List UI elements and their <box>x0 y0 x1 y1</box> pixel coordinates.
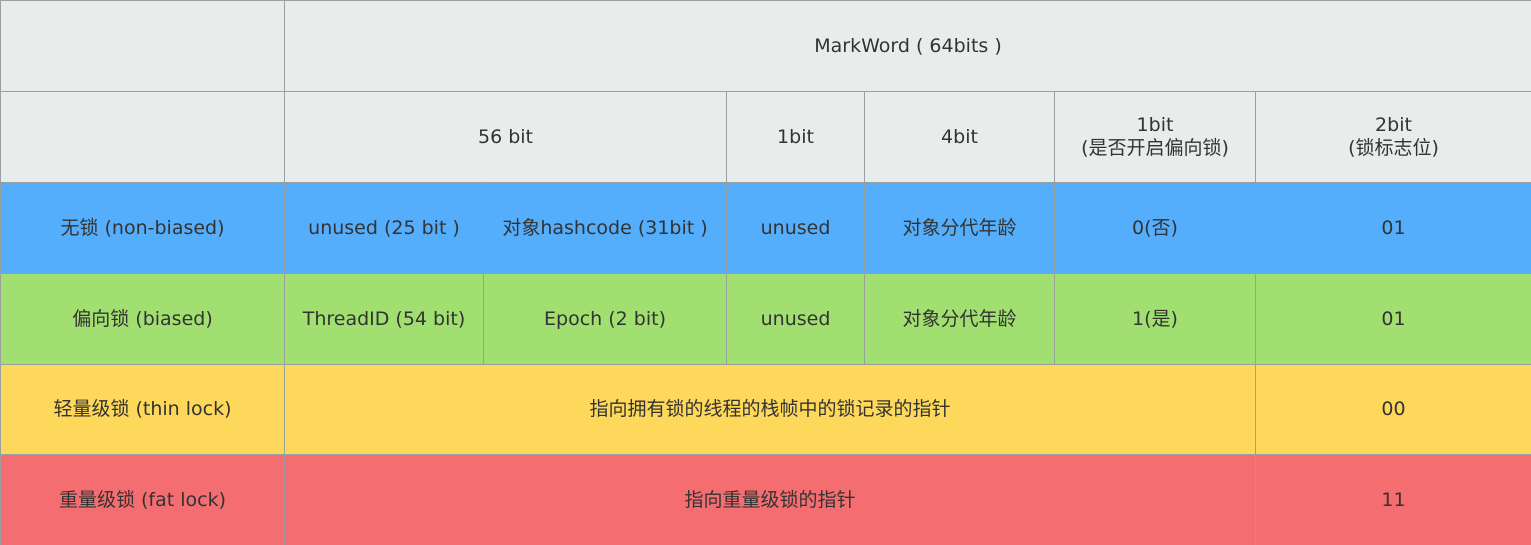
row-label-no-lock: 无锁 (non-biased) <box>0 182 285 274</box>
cell-age: 对象分代年龄 <box>864 182 1055 274</box>
cell-unused-25bit: unused (25 bit ) <box>284 182 484 274</box>
cell-epoch: Epoch (2 bit) <box>483 273 727 365</box>
header-56bit: 56 bit <box>284 91 727 183</box>
row-biased-lock: 偏向锁 (biased) ThreadID (54 bit) Epoch (2 … <box>0 273 1531 365</box>
cell-lock-flag: 11 <box>1255 454 1531 545</box>
header-row-markword: MarkWord ( 64bits ) <box>0 0 1531 92</box>
markword-title: MarkWord ( 64bits ) <box>284 0 1531 92</box>
header-lock-flag-bits: 2bit <box>1375 114 1412 136</box>
header-biased-flag: 1bit (是否开启偏向锁) <box>1054 91 1256 183</box>
header-biased-flag-bits: 1bit <box>1136 114 1174 136</box>
cell-hashcode: 对象hashcode (31bit ) <box>483 182 727 274</box>
cell-lock-flag: 01 <box>1255 182 1531 274</box>
header-lock-flag-desc: (锁标志位) <box>1348 137 1439 159</box>
cell-monitor-pointer: 指向重量级锁的指针 <box>284 454 1256 545</box>
header-1bit: 1bit <box>726 91 865 183</box>
row-label-fat-lock: 重量级锁 (fat lock) <box>0 454 285 545</box>
row-label-thin-lock: 轻量级锁 (thin lock) <box>0 364 285 455</box>
cell-biased-flag: 0(否) <box>1054 182 1256 274</box>
header-row-bits: 56 bit 1bit 4bit 1bit (是否开启偏向锁) 2bit (锁标… <box>0 91 1531 183</box>
header-corner-cell-2 <box>0 91 285 183</box>
row-no-lock: 无锁 (non-biased) unused (25 bit ) 对象hashc… <box>0 182 1531 274</box>
header-biased-flag-desc: (是否开启偏向锁) <box>1081 137 1229 159</box>
header-lock-flag: 2bit (锁标志位) <box>1255 91 1531 183</box>
cell-unused: unused <box>726 273 865 365</box>
cell-lock-record-pointer: 指向拥有锁的线程的栈帧中的锁记录的指针 <box>284 364 1256 455</box>
cell-lock-flag: 00 <box>1255 364 1531 455</box>
header-4bit: 4bit <box>864 91 1055 183</box>
row-thin-lock: 轻量级锁 (thin lock) 指向拥有锁的线程的栈帧中的锁记录的指针 00 <box>0 364 1531 455</box>
markword-layout-table: MarkWord ( 64bits ) 56 bit 1bit 4bit 1bi… <box>0 0 1531 545</box>
row-fat-lock: 重量级锁 (fat lock) 指向重量级锁的指针 11 <box>0 454 1531 545</box>
cell-unused: unused <box>726 182 865 274</box>
row-label-biased-lock: 偏向锁 (biased) <box>0 273 285 365</box>
cell-age: 对象分代年龄 <box>864 273 1055 365</box>
cell-thread-id: ThreadID (54 bit) <box>284 273 484 365</box>
cell-lock-flag: 01 <box>1255 273 1531 365</box>
header-corner-cell <box>0 0 285 92</box>
cell-biased-flag: 1(是) <box>1054 273 1256 365</box>
